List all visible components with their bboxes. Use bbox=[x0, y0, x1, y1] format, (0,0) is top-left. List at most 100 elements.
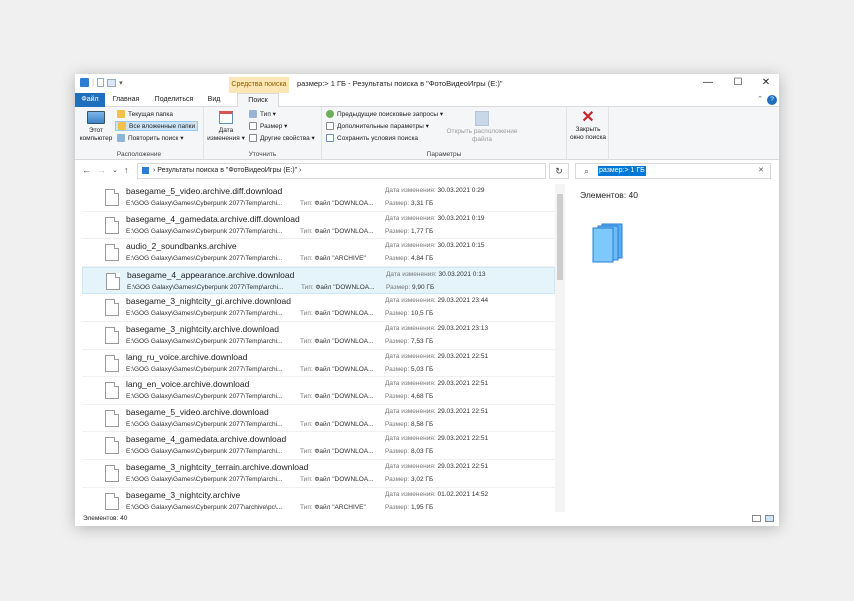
date-value: 29.03.2021 22:51 bbox=[437, 407, 489, 415]
file-size: Размер: 5,03 ГБ bbox=[385, 366, 433, 373]
up-button[interactable]: ↑ bbox=[124, 165, 129, 175]
all-subfolders-button[interactable]: Все вложенные папки bbox=[115, 121, 199, 131]
status-bar: Элементов: 40 bbox=[75, 512, 779, 526]
back-button[interactable]: ← bbox=[82, 165, 91, 175]
file-name: basegame_5_video.archive.diff.download bbox=[126, 186, 283, 196]
details-view-icon[interactable] bbox=[752, 515, 761, 522]
file-row[interactable]: basegame_4_appearance.archive.download E:… bbox=[82, 266, 555, 295]
other-properties-button[interactable]: Другие свойства ▾ bbox=[249, 134, 315, 142]
file-row[interactable]: basegame_4_gamedata.archive.download E:\G… bbox=[82, 432, 555, 460]
file-icon bbox=[106, 272, 120, 290]
ribbon-group-location: Этот компьютер Текущая папка Все вложенн… bbox=[75, 107, 204, 160]
recent-locations-dropdown[interactable]: ⌄ bbox=[112, 166, 118, 174]
folder-icon bbox=[118, 122, 126, 130]
date-value: 29.03.2021 22:51 bbox=[437, 380, 489, 388]
file-row[interactable]: basegame_3_nightcity.archive.download E:\… bbox=[82, 322, 555, 350]
minimize-button[interactable]: — bbox=[695, 76, 721, 90]
date-label: Дата изменения: bbox=[385, 187, 436, 194]
properties-icon[interactable] bbox=[97, 78, 105, 87]
file-row[interactable]: lang_ru_voice.archive.download E:\GOG Gal… bbox=[82, 350, 555, 378]
type-label: Тип: bbox=[300, 448, 313, 456]
date-value: 29.03.2021 23:13 bbox=[437, 325, 489, 332]
close-button[interactable]: ✕ bbox=[753, 76, 779, 90]
large-icons-view-icon[interactable] bbox=[765, 515, 774, 522]
type-value: Файл "DOWNLOA... bbox=[314, 227, 374, 235]
date-modified-button[interactable]: Дата изменения ▾ bbox=[206, 111, 246, 142]
collapse-ribbon-icon[interactable]: ⌃ bbox=[755, 93, 765, 107]
file-size: Размер: 8,58 ГБ bbox=[385, 421, 433, 428]
file-row[interactable]: basegame_3_nightcity_gi.archive.download… bbox=[82, 294, 555, 322]
size-value: 7,53 ГБ bbox=[410, 338, 434, 345]
address-box[interactable]: › Результаты поиска в "ФотоВидеоИгры (E:… bbox=[137, 163, 546, 179]
file-icon bbox=[105, 244, 119, 262]
file-name: basegame_4_gamedata.archive.diff.downloa… bbox=[126, 213, 300, 224]
tab-file[interactable]: Файл bbox=[75, 93, 105, 107]
file-path: E:\GOG Galaxy\Games\Cyberpunk 2077\Temp\… bbox=[126, 393, 283, 401]
type-value: Файл "DOWNLOA... bbox=[314, 448, 374, 456]
file-path: E:\GOG Galaxy\Games\Cyberpunk 2077\Temp\… bbox=[126, 255, 283, 263]
file-name: basegame_4_gamedata.archive.download bbox=[126, 434, 287, 445]
tab-home[interactable]: Главная bbox=[111, 93, 141, 107]
properties-icon bbox=[249, 134, 257, 142]
file-row[interactable]: basegame_3_nightcity.archive E:\GOG Galax… bbox=[82, 488, 555, 512]
clear-search-icon[interactable]: ✕ bbox=[758, 164, 764, 178]
file-row[interactable]: lang_en_voice.archive.download E:\GOG Gal… bbox=[82, 377, 555, 405]
size-label: Размер: bbox=[385, 338, 410, 345]
date-value: 30.03.2021 0:13 bbox=[438, 270, 486, 278]
scrollbar-thumb[interactable] bbox=[557, 194, 563, 280]
vertical-scrollbar[interactable] bbox=[555, 184, 565, 512]
recent-searches-button[interactable]: Предыдущие поисковые запросы ▾ bbox=[326, 110, 443, 118]
save-search-button[interactable]: Сохранить условия поиска bbox=[326, 134, 418, 142]
size-label: Размер: bbox=[385, 200, 410, 207]
new-folder-icon[interactable] bbox=[107, 78, 117, 87]
file-row[interactable]: basegame_4_gamedata.archive.diff.downloa… bbox=[82, 212, 555, 240]
forward-button[interactable]: → bbox=[97, 165, 106, 175]
ribbon-group-refine: Дата изменения ▾ Тип ▾ Размер ▾ Другие с… bbox=[204, 107, 322, 160]
tab-search[interactable]: Поиск bbox=[237, 93, 279, 108]
maximize-button[interactable]: ☐ bbox=[725, 76, 751, 90]
size-value: 8,03 ГБ bbox=[410, 448, 434, 456]
size-button[interactable]: Размер ▾ bbox=[249, 122, 287, 130]
file-date: Дата изменения: 29.03.2021 23:13 bbox=[385, 325, 488, 332]
file-type: Тип: Файл "ARCHIVE" bbox=[300, 255, 380, 262]
this-pc-button[interactable]: Этот компьютер bbox=[78, 111, 114, 142]
type-value: Файл "DOWNLOA... bbox=[314, 200, 374, 207]
file-date: Дата изменения: 30.03.2021 0:29 bbox=[385, 187, 484, 194]
all-subfolders-label: Все вложенные папки bbox=[129, 122, 196, 130]
file-row[interactable]: basegame_5_video.archive.diff.download E:… bbox=[82, 184, 555, 212]
type-value: Файл "DOWNLOA... bbox=[314, 393, 374, 401]
search-box[interactable]: ⌕ размер:> 1 ГБ ✕ bbox=[575, 163, 771, 179]
file-date: Дата изменения: 29.03.2021 22:51 bbox=[385, 353, 488, 360]
file-icon bbox=[105, 354, 119, 372]
file-row[interactable]: basegame_5_video.archive.download E:\GOG … bbox=[82, 405, 555, 433]
file-date: Дата изменения: 29.03.2021 23:44 bbox=[385, 297, 488, 304]
date-label: Дата изменения: bbox=[385, 435, 436, 443]
size-label: Размер: bbox=[385, 310, 410, 318]
search-again-button[interactable]: Повторить поиск ▾ bbox=[117, 134, 183, 142]
file-date: Дата изменения: 29.03.2021 22:51 bbox=[385, 435, 488, 442]
type-label: Тип: bbox=[300, 393, 313, 401]
search-query[interactable]: размер:> 1 ГБ bbox=[598, 166, 646, 176]
file-name: basegame_3_nightcity_gi.archive.download bbox=[126, 296, 291, 307]
type-label: Тип: bbox=[300, 338, 313, 345]
file-name: basegame_3_nightcity.archive.download bbox=[126, 324, 279, 334]
tab-view[interactable]: Вид bbox=[203, 93, 225, 107]
close-search-button[interactable]: ✕ Закрыть окно поиска bbox=[568, 110, 608, 141]
file-path: E:\GOG Galaxy\Games\Cyberpunk 2077\Temp\… bbox=[126, 448, 283, 456]
type-button[interactable]: Тип ▾ bbox=[249, 110, 276, 118]
close-search-label: Закрыть окно поиска bbox=[569, 126, 607, 141]
qa-dropdown-icon[interactable]: ▾ bbox=[119, 79, 123, 87]
current-folder-button[interactable]: Текущая папка bbox=[117, 110, 173, 118]
file-icon bbox=[105, 382, 119, 400]
type-label: Тип: bbox=[300, 420, 313, 428]
tab-share[interactable]: Поделиться bbox=[153, 93, 195, 107]
file-row[interactable]: audio_2_soundbanks.archive E:\GOG Galaxy\… bbox=[82, 239, 555, 267]
help-icon[interactable]: ? bbox=[767, 95, 777, 105]
refresh-button[interactable]: ↻ bbox=[549, 163, 569, 179]
date-label: Дата изменения: bbox=[385, 325, 436, 332]
advanced-options-button[interactable]: Дополнительные параметры ▾ bbox=[326, 122, 429, 130]
file-row[interactable]: basegame_3_nightcity_terrain.archive.dow… bbox=[82, 460, 555, 488]
date-modified-label: Дата изменения ▾ bbox=[207, 127, 245, 142]
file-type: Тип: Файл "DOWNLOA... bbox=[300, 310, 380, 317]
type-value: Файл "DOWNLOA... bbox=[314, 420, 374, 428]
